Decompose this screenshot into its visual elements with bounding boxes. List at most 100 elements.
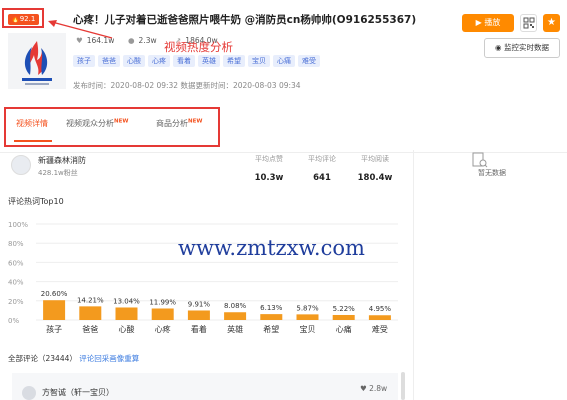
tag-item[interactable]: 宝贝 [248, 55, 270, 67]
tag-item[interactable]: 孩子 [73, 55, 95, 67]
x-tick-label: 宝贝 [300, 324, 316, 334]
publish-time: 发布时间：2020-08-02 09:32 [73, 81, 179, 90]
avg-comments: 平均评论 641 [293, 154, 351, 183]
scrollbar[interactable] [401, 372, 405, 400]
tag-item[interactable]: 心疼 [148, 55, 170, 67]
y-tick-label: 100% [8, 221, 28, 229]
tag-item[interactable]: 难受 [298, 55, 320, 67]
qrcode-icon [523, 17, 535, 29]
tag-item[interactable]: 英雄 [198, 55, 220, 67]
comments-stat: ● 2.3w [128, 36, 157, 45]
bar[interactable] [187, 310, 210, 320]
y-tick-label: 0% [8, 317, 19, 325]
avg-reads: 平均阅读 180.4w [346, 154, 404, 183]
bar-value-label: 14.21% [77, 296, 104, 304]
bar[interactable] [296, 314, 319, 320]
bar[interactable] [79, 306, 102, 320]
tag-item[interactable]: 心痛 [273, 55, 295, 67]
comment-likes: ♥ 2.8w [360, 384, 387, 393]
annotation-label: 视频热度分析 [164, 40, 233, 54]
x-tick-label: 爸爸 [82, 324, 98, 334]
x-tick-label: 孩子 [46, 324, 62, 334]
tab-video-details[interactable]: 视频详情 [16, 118, 48, 129]
tag-item[interactable]: 心酸 [123, 55, 145, 67]
bar[interactable] [368, 315, 391, 320]
comment-icon: ● [128, 36, 135, 45]
commenter-name[interactable]: 方智诚（轩一宝贝） [42, 387, 114, 398]
x-tick-label: 希望 [263, 324, 279, 334]
chart-title: 评论热词Top10 [8, 197, 64, 206]
heat-score-badge: 🔥92.1 [8, 14, 39, 25]
bar-value-label: 8.08% [224, 302, 247, 310]
new-badge: NEW [188, 118, 203, 125]
bar[interactable] [43, 300, 66, 320]
x-tick-label: 难受 [372, 324, 388, 334]
bar-value-label: 4.95% [369, 305, 392, 313]
bar[interactable] [332, 314, 355, 320]
bar[interactable] [224, 312, 247, 320]
update-time: 数据更新时间：2020-08-03 09:34 [180, 81, 301, 90]
bar[interactable] [151, 308, 174, 320]
x-tick-label: 心痛 [336, 324, 352, 334]
panel-divider [413, 150, 414, 400]
bar-value-label: 13.04% [113, 297, 140, 305]
new-badge: NEW [114, 118, 129, 125]
no-data-text: 暂无数据 [478, 169, 506, 177]
likes-stat: ♥ 164.1w [76, 36, 114, 45]
avatar[interactable] [11, 155, 31, 175]
y-tick-label: 80% [8, 240, 24, 248]
bar[interactable] [115, 307, 138, 320]
tag-item[interactable]: 看着 [173, 55, 195, 67]
watermark: www.zmtzxw.com [178, 236, 365, 260]
y-tick-label: 60% [8, 259, 24, 267]
favorite-button[interactable]: ★ [543, 14, 560, 32]
comments-link[interactable]: 评论回采画像重算 [79, 354, 139, 363]
tab-label: 商品分析 [156, 119, 188, 128]
bar[interactable] [260, 314, 283, 320]
tag-list: 孩子 爸爸 心酸 心疼 看着 英雄 希望 宝贝 心痛 难受 [73, 55, 320, 67]
avg-value: 641 [313, 173, 331, 183]
tag-item[interactable]: 爸爸 [98, 55, 120, 67]
hot-words-chart: 100% 80% 60% 40% 20% 0% 20.60% 孩子 14.21% 爸爸 13.04%… [8, 221, 398, 334]
monitor-button[interactable]: ◉ 监控实时数据 [484, 38, 560, 58]
active-tab-indicator [14, 140, 52, 142]
timestamps: 发布时间：2020-08-02 09:32 数据更新时间：2020-08-03 … [73, 80, 301, 91]
heat-score-highlight: 🔥92.1 [2, 8, 44, 28]
likes-value: 164.1w [86, 36, 115, 45]
bar-value-label: 11.99% [149, 298, 176, 306]
video-thumbnail[interactable] [8, 33, 66, 89]
avg-likes: 平均点赞 10.3w [240, 154, 298, 183]
avg-label: 平均点赞 [255, 155, 283, 163]
tab-label: 视频详情 [16, 119, 48, 128]
tab-audience-analysis[interactable]: 视频观众分析NEW [66, 118, 128, 129]
star-icon: ★ [547, 17, 556, 28]
bar-value-label: 5.87% [296, 304, 319, 312]
y-tick-label: 40% [8, 279, 24, 287]
x-tick-label: 心疼 [155, 324, 171, 334]
play-button-label: 播放 [484, 18, 501, 27]
eye-icon: ◉ [495, 43, 504, 52]
play-button[interactable]: ▶ 播放 [462, 14, 514, 32]
monitor-button-label: 监控实时数据 [503, 43, 549, 52]
heat-score: 92.1 [19, 15, 36, 23]
flame-icon: 🔥 [11, 15, 20, 23]
qrcode-button[interactable] [520, 14, 537, 32]
tab-product-analysis[interactable]: 商品分析NEW [156, 118, 202, 129]
comment-likes-value: 2.8w [369, 384, 388, 393]
x-tick-label: 英雄 [227, 324, 243, 334]
y-tick-label: 20% [8, 298, 24, 306]
account-name[interactable]: 新疆森林消防 [38, 155, 86, 166]
bar-value-label: 20.60% [41, 290, 68, 298]
fire-logo-icon [22, 41, 52, 85]
avg-value: 10.3w [254, 173, 284, 183]
video-title[interactable]: 心疼！儿子对着已逝爸爸照片喂牛奶 @消防员cn杨帅帅(O916255367) [73, 12, 416, 27]
avg-label: 平均阅读 [361, 155, 389, 163]
comments-value: 2.3w [138, 36, 157, 45]
heart-icon: ♥ [360, 384, 370, 393]
comments-count: 全部评论（23444） [8, 354, 77, 363]
bar-value-label: 9.91% [188, 300, 211, 308]
tab-label: 视频观众分析 [66, 119, 114, 128]
commenter-avatar[interactable] [22, 386, 36, 400]
tag-item[interactable]: 希望 [223, 55, 245, 67]
bar-value-label: 6.13% [260, 304, 283, 312]
